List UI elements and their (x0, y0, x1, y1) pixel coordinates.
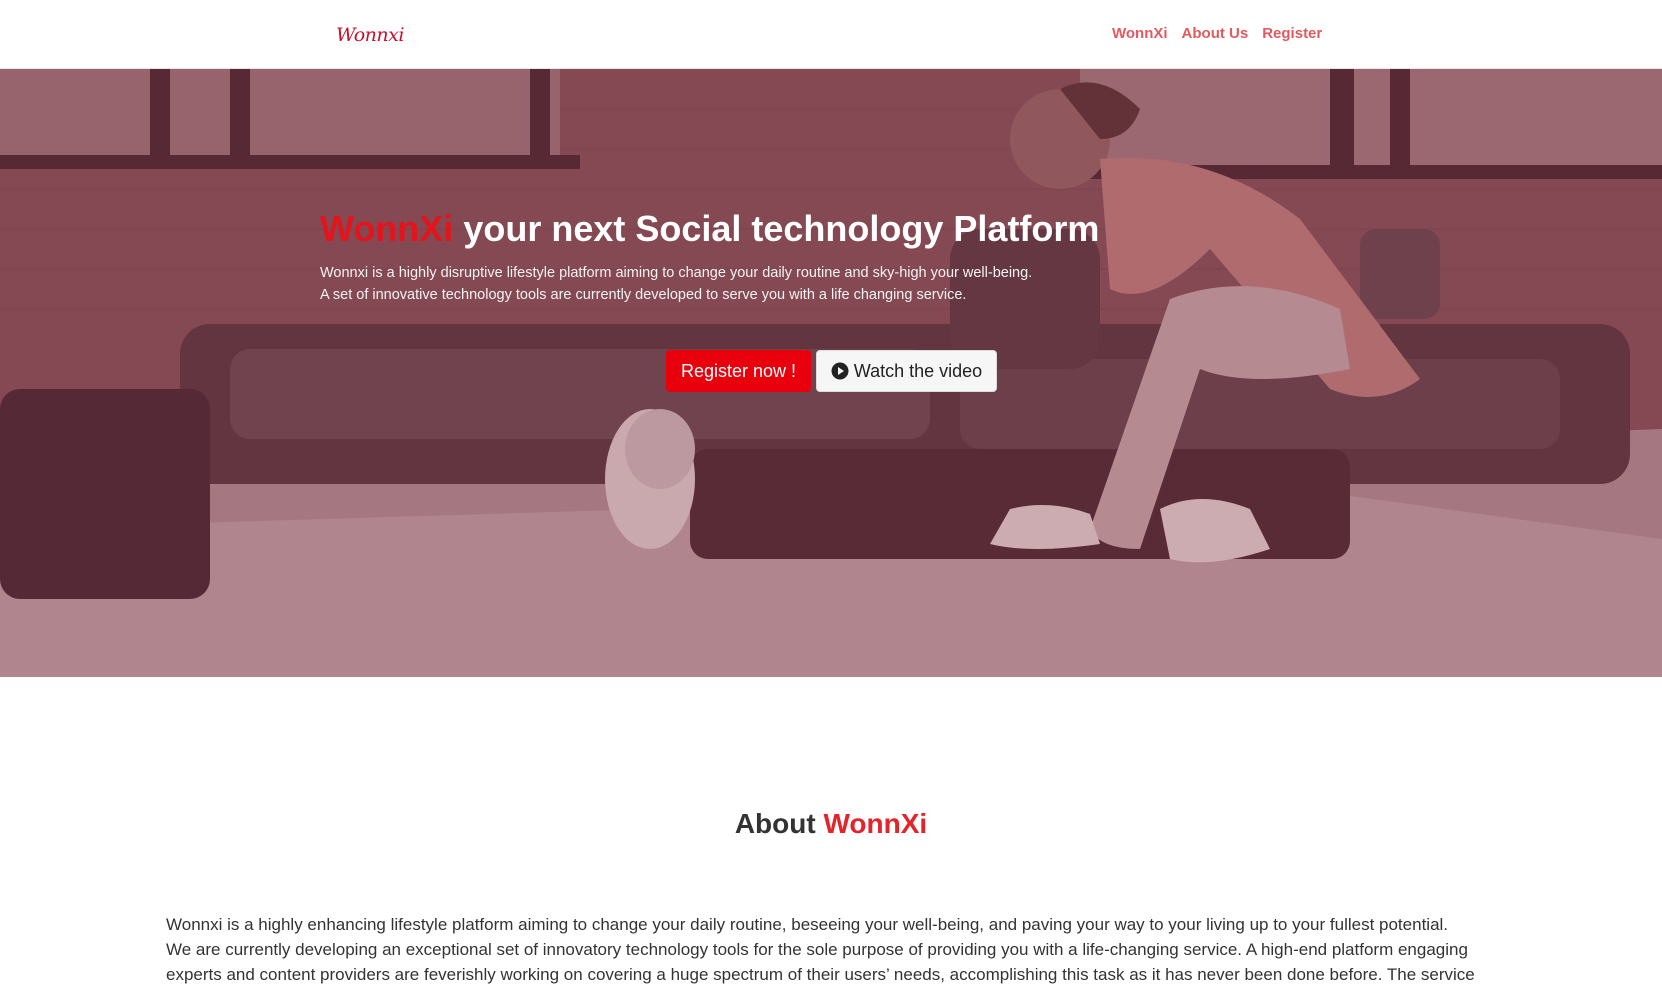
nav-links: WonnXi About Us Register (1112, 23, 1322, 45)
register-now-button[interactable]: Register now ! (666, 350, 811, 392)
about-paragraph-1: Wonnxi is a highly enhancing lifestyle p… (166, 915, 1449, 934)
logo-signature-icon: Wonnxi (336, 24, 404, 46)
logo[interactable]: Wonnxi (334, 20, 404, 50)
svg-text:Wonnxi: Wonnxi (336, 24, 404, 46)
nav-link-wonnxi[interactable]: WonnXi (1112, 23, 1168, 45)
hero-title-brand: WonnXi (320, 208, 454, 249)
navbar: Wonnxi WonnXi About Us Register (0, 0, 1662, 69)
about-title-prefix: About (734, 808, 824, 839)
about-title-brand: WonnXi (823, 808, 928, 839)
watch-video-button[interactable]: Watch the video (816, 350, 997, 392)
hero-description-line-1: Wonnxi is a highly disruptive lifestyle … (320, 265, 1033, 281)
hero-section: WonnXi your next Social technology Platf… (0, 69, 1662, 677)
about-paragraph-3: experts and content providers are feveri… (166, 965, 1475, 984)
hero-title: WonnXi your next Social technology Platf… (320, 207, 1220, 251)
nav-link-about-us[interactable]: About Us (1182, 23, 1249, 45)
watch-video-label: Watch the video (853, 360, 983, 381)
hero-description-line-2: A set of innovative technology tools are… (320, 287, 967, 303)
about-paragraph-2: We are currently developing an exception… (166, 940, 1468, 959)
about-description: Wonnxi is a highly enhancing lifestyle p… (166, 912, 1506, 984)
about-title: About WonnXi (0, 806, 1662, 842)
hero-description: Wonnxi is a highly disruptive lifestyle … (320, 262, 1100, 306)
nav-link-register[interactable]: Register (1262, 23, 1322, 45)
hero-title-text: your next Social technology Platform (453, 208, 1100, 249)
play-circle-icon (831, 362, 849, 380)
